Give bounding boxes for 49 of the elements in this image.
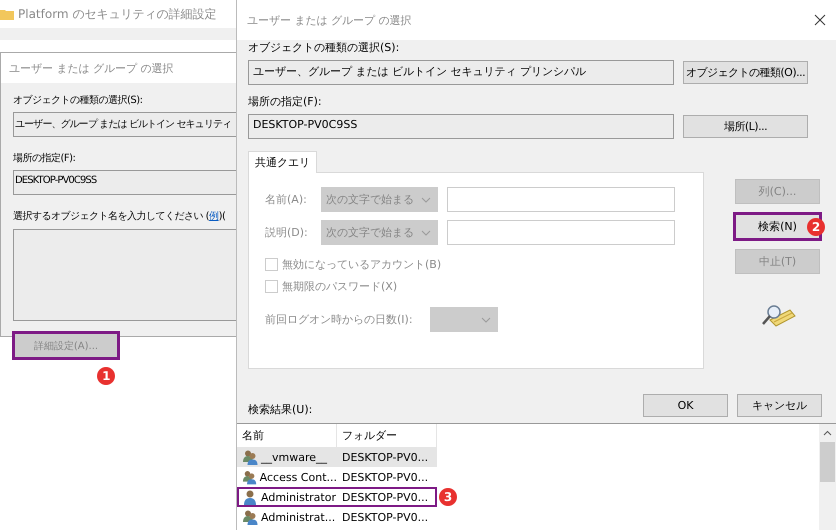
- checkbox-label: 無期限のパスワード(X): [282, 278, 398, 294]
- close-icon: [814, 14, 826, 26]
- result-row[interactable]: Access Cont... DESKTOP-PV0...: [237, 467, 437, 487]
- users-icon: [242, 449, 258, 465]
- ok-button[interactable]: OK: [643, 394, 728, 417]
- table-cell: __vmware__: [261, 450, 328, 464]
- user-icon: [242, 489, 258, 505]
- location-field: DESKTOP-PV0C9SS: [248, 114, 674, 139]
- close-button[interactable]: [812, 12, 828, 28]
- example-link[interactable]: 例: [209, 211, 219, 222]
- users-icon: [242, 469, 257, 485]
- object-types-button[interactable]: オブジェクトの種類(O)...: [683, 61, 808, 84]
- field-label: オブジェクトの種類の選択(S):: [13, 94, 144, 108]
- result-row[interactable]: Administrat... DESKTOP-PV0...: [237, 507, 437, 527]
- chevron-down-icon: [421, 230, 431, 236]
- table-cell: Access Cont...: [260, 470, 337, 484]
- table-cell-text: DESKTOP-PV0...: [341, 510, 430, 524]
- cancel-button[interactable]: キャンセル: [737, 394, 822, 417]
- field-label: オブジェクトの種類の選択(S):: [248, 40, 400, 56]
- chevron-down-icon: [481, 316, 491, 322]
- table-cell-text: DESKTOP-PV0...: [341, 490, 430, 504]
- chevron-up-icon: [823, 430, 832, 436]
- field-label: 場所の指定(F):: [248, 94, 323, 110]
- table-cell-text: DESKTOP-PV0...: [341, 450, 430, 464]
- object-type-field: ユーザー、グループ または ビルトイン セキュリティ プリンシパル: [248, 60, 674, 85]
- checkbox-label: 無効になっているアカウント(B): [282, 256, 442, 272]
- field-label: 検索結果(U):: [248, 402, 312, 418]
- scrollbar-thumb[interactable]: [820, 442, 835, 482]
- field-label: 前回ログオン時からの日数(I):: [265, 312, 414, 327]
- field-label: 場所の指定(F):: [13, 152, 76, 166]
- folder-icon: [0, 8, 14, 20]
- table-cell-text: DESKTOP-PV0...: [341, 470, 430, 484]
- chevron-down-icon: [421, 196, 431, 202]
- result-row[interactable]: __vmware__ DESKTOP-PV0...: [237, 447, 437, 467]
- text-input[interactable]: [447, 187, 675, 212]
- locations-button[interactable]: 場所(L)...: [683, 115, 808, 138]
- field-label: 名前(A):: [265, 192, 308, 207]
- step-number-badge: 3: [439, 488, 457, 506]
- field-label: 説明(D):: [265, 225, 309, 240]
- scrollbar[interactable]: [819, 424, 836, 530]
- table-cell: Administrat...: [261, 510, 336, 524]
- window-title: Platform のセキュリティの詳細設定: [18, 6, 216, 22]
- tab[interactable]: 共通クエリ: [248, 151, 317, 173]
- result-row[interactable]: Administrator DESKTOP-PV0...: [237, 487, 437, 507]
- users-icon: [242, 509, 258, 525]
- days-dropdown[interactable]: [430, 307, 498, 332]
- dialog-title: ユーザー または グループ の選択: [247, 12, 412, 28]
- text-input[interactable]: [447, 220, 675, 245]
- table-cell: Administrator: [261, 490, 336, 504]
